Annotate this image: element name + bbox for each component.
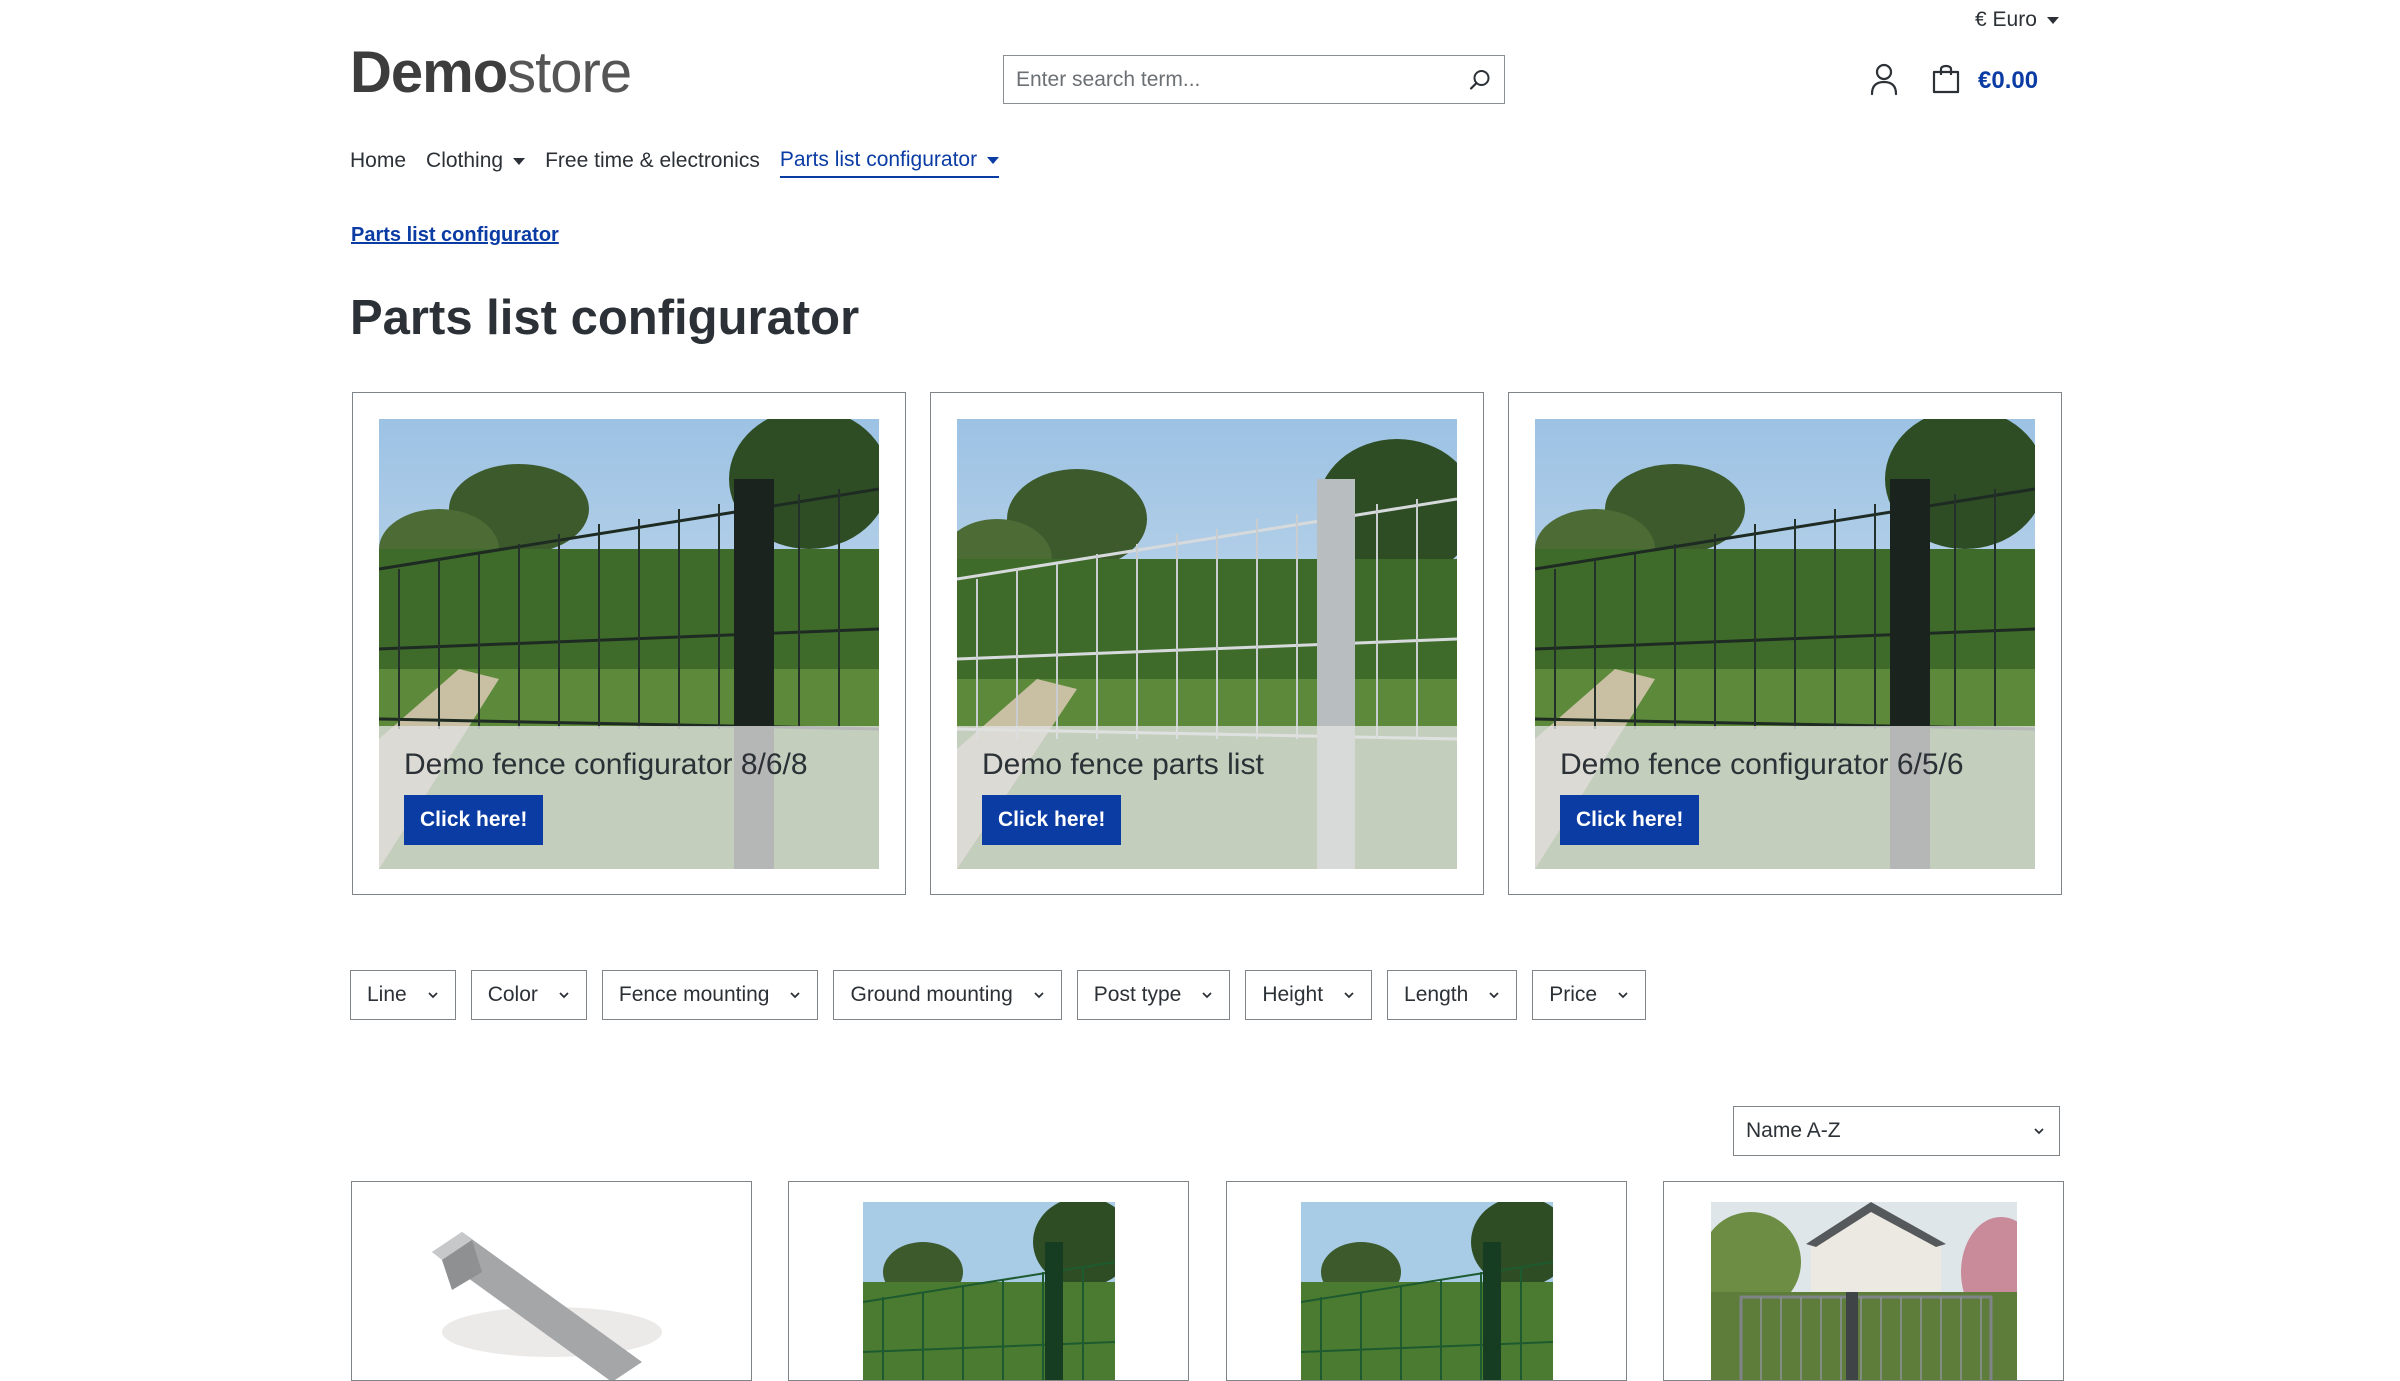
filter-label: Color	[487, 983, 538, 1006]
account-icon[interactable]	[1868, 62, 1900, 96]
sort-selected-label: Name A-Z	[1746, 1119, 1841, 1142]
fence-image: Demo fence configurator 6/5/6 Click here…	[1535, 419, 2035, 869]
nav-item-label: Parts list configurator	[779, 148, 978, 171]
chevron-down-icon	[559, 992, 569, 999]
filter-label: Fence mounting	[618, 983, 770, 1006]
filter-length[interactable]: Length	[1387, 970, 1518, 1020]
product-image	[1301, 1202, 1553, 1380]
product-image	[432, 1232, 662, 1380]
caret-down-icon	[513, 157, 526, 165]
search-input[interactable]	[1004, 56, 1456, 103]
card-title: Demo fence parts list	[982, 748, 1264, 781]
page-title: Parts list configurator	[350, 291, 860, 345]
chevron-down-icon	[1202, 992, 1212, 999]
filter-post-type[interactable]: Post type	[1076, 970, 1231, 1020]
chevron-down-icon	[1344, 992, 1354, 999]
card-overlay: Demo fence configurator 6/5/6 Click here…	[1535, 726, 2035, 869]
click-here-button[interactable]: Click here!	[404, 795, 544, 845]
filter-label: Line	[367, 983, 407, 1006]
chevron-down-icon	[1034, 992, 1044, 999]
filter-panel: Line Color Fence mounting Ground mountin…	[350, 970, 1647, 1020]
product-card[interactable]	[788, 1181, 1189, 1381]
cart-total: €0.00	[1978, 66, 2039, 94]
filter-price[interactable]: Price	[1532, 970, 1647, 1020]
filter-label: Price	[1549, 983, 1598, 1006]
currency-label: € Euro	[1975, 8, 2037, 31]
filter-height[interactable]: Height	[1245, 970, 1373, 1020]
shopping-bag-icon	[1930, 62, 1962, 99]
main-navigation: Home Clothing Free time & electronics Pa…	[350, 148, 1019, 178]
card-overlay: Demo fence parts list Click here!	[957, 726, 1457, 869]
logo-bold-text: Demo	[350, 40, 508, 105]
sort-select[interactable]: Name A-Z	[1733, 1106, 2060, 1156]
caret-down-icon	[987, 156, 1000, 164]
card-title: Demo fence configurator 8/6/8	[404, 748, 808, 781]
cart-button[interactable]: €0.00	[1930, 62, 2038, 99]
chevron-down-icon	[2034, 1128, 2044, 1135]
nav-item-home[interactable]: Home	[350, 148, 406, 178]
nav-item-label: Free time & electronics	[545, 149, 760, 172]
filter-color[interactable]: Color	[470, 970, 587, 1020]
click-here-button[interactable]: Click here!	[1560, 795, 1700, 845]
currency-switcher[interactable]: € Euro	[1975, 8, 2059, 32]
search-bar	[1003, 55, 1505, 104]
product-card[interactable]	[1663, 1181, 2064, 1381]
chevron-down-icon	[428, 992, 438, 999]
breadcrumb-link[interactable]: Parts list configurator	[351, 224, 559, 247]
product-image	[1711, 1202, 2017, 1380]
filter-ground-mounting[interactable]: Ground mounting	[833, 970, 1062, 1020]
chevron-down-icon	[1618, 992, 1628, 999]
filter-line[interactable]: Line	[350, 970, 456, 1020]
configurator-card: Demo fence configurator 8/6/8 Click here…	[352, 392, 906, 895]
logo-light-text: store	[507, 40, 632, 105]
product-card[interactable]	[351, 1181, 752, 1381]
store-logo[interactable]: Demostore	[350, 44, 632, 102]
product-image	[863, 1202, 1115, 1380]
configurator-card: Demo fence parts list Click here!	[930, 392, 1484, 895]
product-card[interactable]	[1226, 1181, 1627, 1381]
filter-label: Post type	[1093, 983, 1182, 1006]
nav-item-free-time-electronics[interactable]: Free time & electronics	[545, 148, 760, 178]
chevron-down-icon	[790, 992, 801, 999]
filter-label: Height	[1262, 983, 1324, 1006]
nav-item-label: Clothing	[426, 149, 504, 172]
filter-fence-mounting[interactable]: Fence mounting	[601, 970, 819, 1020]
filter-label: Ground mounting	[850, 983, 1013, 1006]
card-title: Demo fence configurator 6/5/6	[1560, 748, 1964, 781]
fence-image: Demo fence configurator 8/6/8 Click here…	[379, 419, 879, 869]
chevron-down-icon	[1489, 992, 1499, 999]
card-overlay: Demo fence configurator 8/6/8 Click here…	[379, 726, 879, 869]
nav-item-label: Home	[350, 149, 407, 172]
configurator-card: Demo fence configurator 6/5/6 Click here…	[1508, 392, 2062, 895]
click-here-button[interactable]: Click here!	[982, 795, 1122, 845]
fence-image: Demo fence parts list Click here!	[957, 419, 1457, 869]
search-icon[interactable]	[1456, 56, 1504, 103]
nav-item-parts-list-configurator[interactable]: Parts list configurator	[779, 148, 1000, 178]
filter-label: Length	[1404, 983, 1469, 1006]
caret-down-icon	[2046, 16, 2059, 24]
nav-item-clothing[interactable]: Clothing	[426, 148, 526, 178]
